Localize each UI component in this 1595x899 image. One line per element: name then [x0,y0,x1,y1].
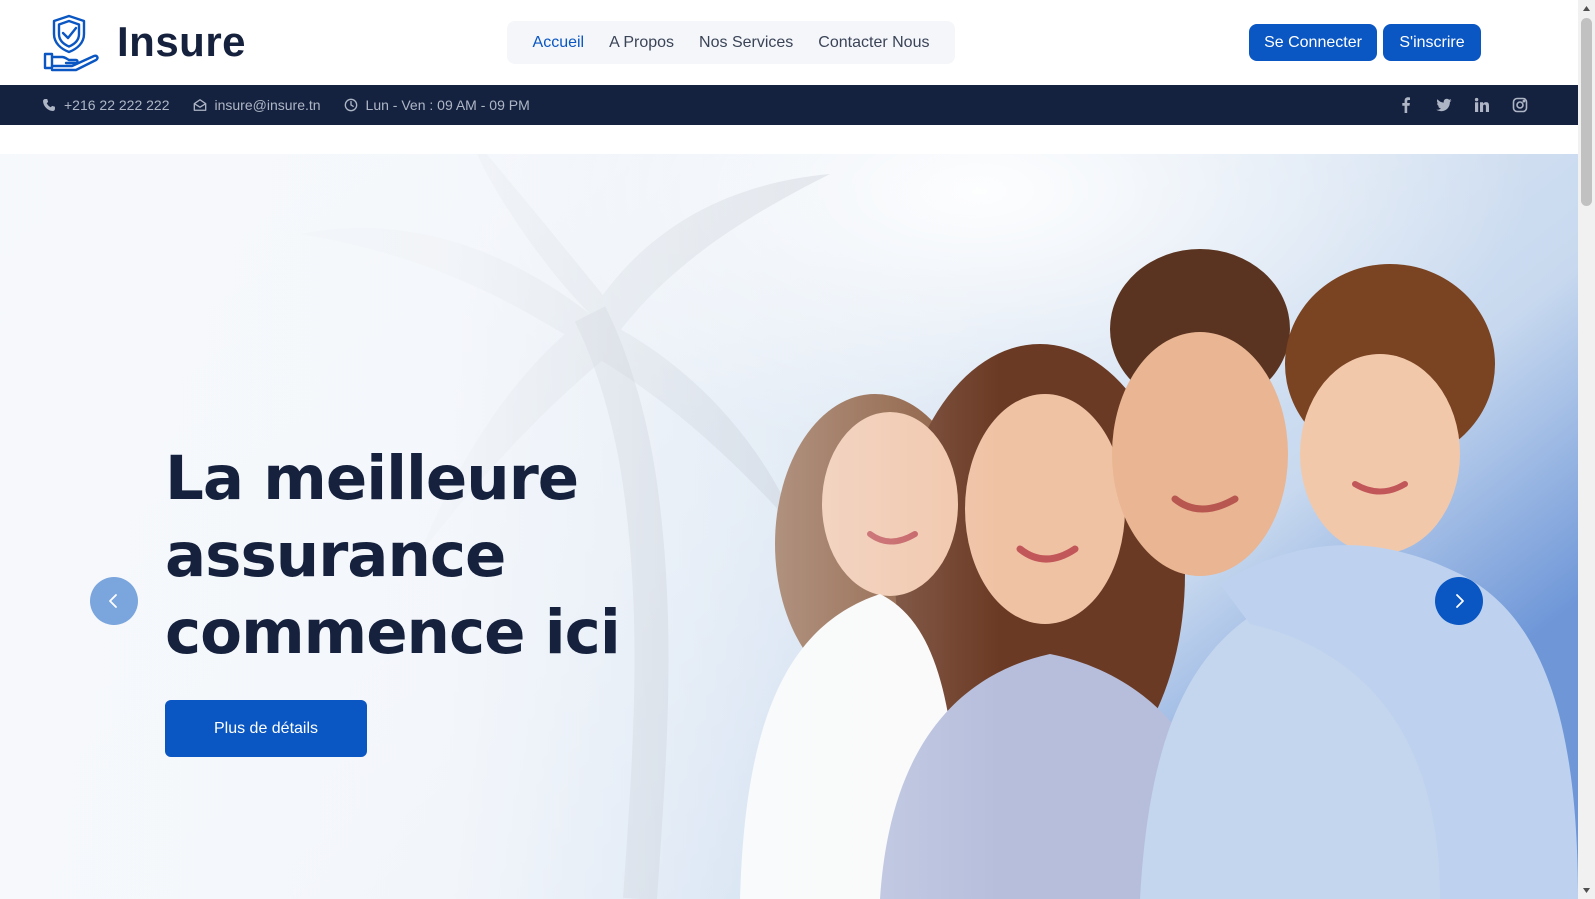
scroll-down-icon[interactable] [1582,886,1591,895]
logo[interactable]: Insure [42,12,246,72]
site-header: Insure Accueil A Propos Nos Services Con… [0,0,1578,86]
email-address[interactable]: insure@insure.tn [215,97,321,113]
logo-text: Insure [117,18,247,65]
linkedin-icon[interactable] [1474,97,1490,113]
carousel-prev-button[interactable] [90,577,138,625]
twitter-icon[interactable] [1436,97,1452,113]
contact-info: +216 22 222 222 insure@insure.tn Lun - V… [42,85,553,125]
nav-item-nos-services[interactable]: Nos Services [699,34,793,52]
hero-title: La meilleure assurance commence ici [165,443,621,668]
opening-hours: Lun - Ven : 09 AM - 09 PM [365,97,530,113]
login-button[interactable]: Se Connecter [1249,24,1377,61]
envelope-open-icon [193,99,206,111]
contact-bar: +216 22 222 222 insure@insure.tn Lun - V… [0,85,1578,125]
nav-item-accueil[interactable]: Accueil [533,34,585,52]
social-links [1398,85,1528,125]
phone-icon [43,99,55,111]
instagram-icon[interactable] [1512,97,1528,113]
nav-item-a-propos[interactable]: A Propos [609,34,674,52]
scroll-up-icon[interactable] [1582,4,1591,13]
details-button[interactable]: Plus de détails [165,700,367,757]
chevron-right-icon [1456,594,1464,608]
hero-carousel: La meilleure assurance commence ici Plus… [0,154,1578,899]
signup-button[interactable]: S'inscrire [1383,24,1481,61]
clock-icon [344,98,357,112]
scrollbar-thumb[interactable] [1581,18,1592,206]
phone-contact: +216 22 222 222 [42,97,170,113]
chevron-left-icon [109,594,117,608]
shield-hand-icon [43,14,99,72]
phone-number: +216 22 222 222 [64,97,170,113]
carousel-next-button[interactable] [1435,577,1483,625]
nav-item-contacter-nous[interactable]: Contacter Nous [818,34,929,52]
page-scrollbar[interactable] [1578,0,1595,899]
facebook-icon[interactable] [1398,97,1414,113]
main-nav: Accueil A Propos Nos Services Contacter … [507,21,955,64]
email-contact: insure@insure.tn [193,97,321,113]
hours-contact: Lun - Ven : 09 AM - 09 PM [344,97,530,113]
